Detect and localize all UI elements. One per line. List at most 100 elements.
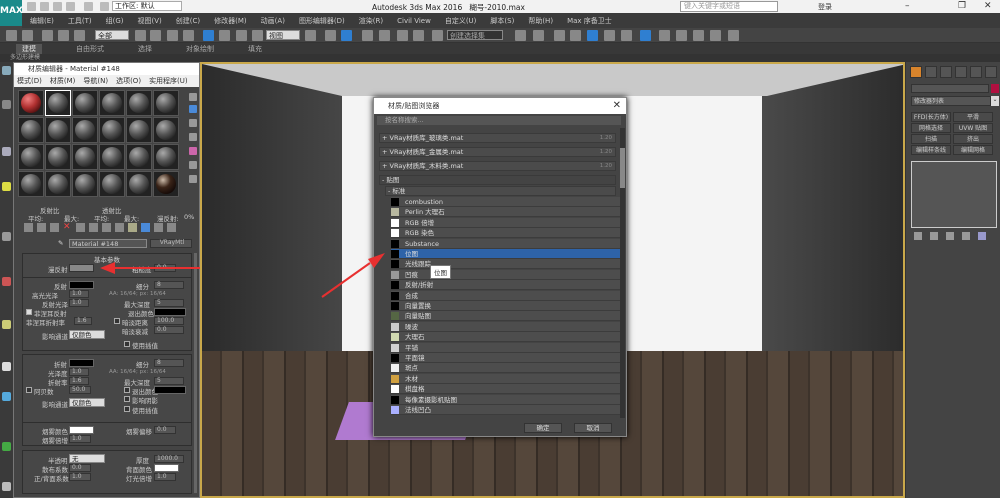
material-slot[interactable] xyxy=(72,90,98,116)
material-editor-scrollbar[interactable] xyxy=(194,253,197,493)
backlight-icon[interactable] xyxy=(189,105,197,113)
thickness-spinner[interactable]: 1000.0 xyxy=(154,455,184,463)
close-icon[interactable]: ✕ xyxy=(613,100,621,111)
modifier-mesh-select-button[interactable]: 网格选择 xyxy=(911,123,951,133)
assign-material-icon[interactable] xyxy=(50,223,59,232)
tab-populate[interactable]: 填充 xyxy=(248,44,262,54)
ior-spinner[interactable]: 1.6 xyxy=(69,377,89,385)
modifier-ffd-button[interactable]: FFD(长方体) xyxy=(911,112,951,122)
map-list-item[interactable]: combustion xyxy=(391,197,621,207)
menu-create[interactable]: 创建(C) xyxy=(176,16,200,26)
project-icon[interactable] xyxy=(100,2,109,11)
spinner-snap-icon[interactable] xyxy=(413,30,424,41)
material-slot[interactable] xyxy=(72,171,98,197)
material-type-button[interactable]: VRayMtl xyxy=(150,239,192,248)
make-preview-icon[interactable] xyxy=(189,161,197,169)
light-mult-spinner[interactable]: 1.0 xyxy=(154,473,176,481)
search-by-name-input[interactable]: 按名称搜索... xyxy=(377,116,621,125)
fresnel-checkbox[interactable] xyxy=(26,309,32,315)
scale-icon[interactable] xyxy=(236,30,247,41)
modifier-smooth-button[interactable]: 平滑 xyxy=(953,112,993,122)
material-editor-icon[interactable] xyxy=(621,30,632,41)
material-slot[interactable] xyxy=(99,171,125,197)
configure-sets-icon[interactable] xyxy=(978,232,986,240)
menu-utilities[interactable]: 实用程序(U) xyxy=(149,75,188,87)
material-slot[interactable] xyxy=(153,144,179,170)
keyboard-shortcut-icon[interactable] xyxy=(341,30,352,41)
show-end-result-icon[interactable] xyxy=(141,223,150,232)
map-list-item[interactable]: 噪波 xyxy=(391,321,621,332)
sample-type-icon[interactable] xyxy=(189,93,197,101)
library-glass[interactable]: + VRay材质库_玻璃类.mat 1.20 xyxy=(379,133,616,143)
dim-distance-checkbox[interactable] xyxy=(114,318,120,324)
material-slot[interactable] xyxy=(45,171,71,197)
material-slot[interactable] xyxy=(72,117,98,143)
back-color-swatch[interactable] xyxy=(154,464,179,472)
menu-tools[interactable]: 工具(T) xyxy=(68,16,92,26)
hilight-gloss-spinner[interactable]: 1.0 xyxy=(69,290,89,298)
refract-color-swatch[interactable] xyxy=(69,359,94,367)
refract-exit-color-swatch[interactable] xyxy=(154,386,186,394)
rotate-icon[interactable] xyxy=(219,30,230,41)
menu-rendering[interactable]: 渲染(R) xyxy=(359,16,383,26)
reflect-color-swatch[interactable] xyxy=(69,281,94,289)
map-list-item[interactable]: 棋盘格 xyxy=(391,384,621,395)
menu-group[interactable]: 组(G) xyxy=(106,16,124,26)
workspace-dropdown[interactable]: 工作区: 默认 xyxy=(112,1,182,11)
scene-icon[interactable] xyxy=(2,147,11,156)
fog-mult-spinner[interactable]: 1.0 xyxy=(69,435,91,443)
show-map-icon[interactable] xyxy=(128,223,137,232)
layer-icon[interactable] xyxy=(2,100,11,109)
map-list-item[interactable]: 向量贴图 xyxy=(391,311,621,322)
create-tab-icon[interactable] xyxy=(910,66,922,78)
map-list-item[interactable]: RGB 染色 xyxy=(391,228,621,239)
render-production-icon[interactable] xyxy=(676,30,687,41)
fog-bias-spinner[interactable]: 0.0 xyxy=(154,426,176,434)
cone-icon[interactable] xyxy=(2,362,11,371)
object-color-swatch[interactable] xyxy=(991,84,999,93)
modifier-stack[interactable] xyxy=(911,161,997,228)
undo-icon[interactable] xyxy=(66,2,75,11)
refract-affect-channels-dropdown[interactable]: 仅颜色 xyxy=(69,398,105,407)
render-teapot-icon[interactable] xyxy=(693,30,704,41)
edit-named-sets-icon[interactable] xyxy=(432,30,443,41)
menu-max-guard[interactable]: Max 序备卫士 xyxy=(567,16,612,26)
standard-group[interactable]: - 标准 xyxy=(385,186,616,196)
material-slot[interactable] xyxy=(99,90,125,116)
tab-selection[interactable]: 选择 xyxy=(138,44,152,54)
redo-icon[interactable] xyxy=(84,2,93,11)
material-slot[interactable] xyxy=(45,90,71,116)
get-material-icon[interactable] xyxy=(24,223,33,232)
select-manipulate-icon[interactable] xyxy=(325,30,336,41)
layer-manager-icon[interactable] xyxy=(554,30,565,41)
bind-space-warp-icon[interactable] xyxy=(74,30,85,41)
material-slot[interactable] xyxy=(18,90,44,116)
object-name-input[interactable] xyxy=(911,84,989,93)
minimize-button[interactable]: – xyxy=(905,1,910,11)
make-unique-icon[interactable] xyxy=(946,232,954,240)
menu-edit[interactable]: 编辑(E) xyxy=(30,16,54,26)
scene-explorer-icon[interactable] xyxy=(570,30,581,41)
map-list-item[interactable]: 反射/折射 xyxy=(391,280,621,291)
rect-selection-icon[interactable] xyxy=(167,30,178,41)
go-to-parent-icon[interactable] xyxy=(154,223,163,232)
material-slot[interactable] xyxy=(45,144,71,170)
material-slot[interactable] xyxy=(99,117,125,143)
go-forward-sibling-icon[interactable] xyxy=(167,223,176,232)
menu-material[interactable]: 材质(M) xyxy=(50,75,76,87)
pin-stack-icon[interactable] xyxy=(914,232,922,240)
library-metal[interactable]: + VRay材质库_金属类.mat 1.20 xyxy=(379,147,616,157)
snap-toggle-icon[interactable] xyxy=(362,30,373,41)
teapot-icon[interactable] xyxy=(2,320,11,329)
material-name-input[interactable]: Material #148 xyxy=(69,239,147,248)
refract-gloss-spinner[interactable]: 1.0 xyxy=(69,368,89,376)
named-selection-set-input[interactable]: 创建选择集 xyxy=(447,30,503,40)
menu-animation[interactable]: 动画(A) xyxy=(261,16,285,26)
material-slot[interactable] xyxy=(45,117,71,143)
options-icon[interactable] xyxy=(189,175,197,183)
modifier-list-dropdown[interactable]: 修改器列表 xyxy=(911,96,991,106)
save-icon[interactable] xyxy=(53,2,62,11)
put-to-scene-icon[interactable] xyxy=(37,223,46,232)
material-slot[interactable] xyxy=(72,144,98,170)
menu-modifiers[interactable]: 修改器(M) xyxy=(214,16,247,26)
